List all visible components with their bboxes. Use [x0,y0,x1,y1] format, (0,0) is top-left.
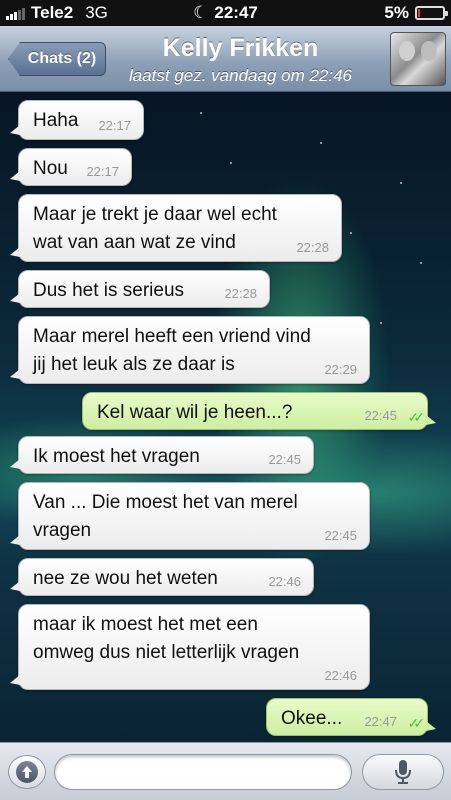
chat-header: Chats (2) Kelly Frikken laatst gez. vand… [0,26,451,92]
upload-arrow-icon [16,761,38,783]
message-text: Maar merel heeft een vriend vind jij het… [33,326,311,375]
battery-fill [418,9,420,17]
back-button[interactable]: Chats (2) [8,42,106,76]
outgoing-message[interactable]: Kel waar wil je heen...? 22:45 ✓✓ [82,392,436,430]
microphone-icon [395,760,411,784]
mic-button[interactable] [362,754,444,790]
battery-icon [415,6,448,20]
message-time: 22:45 [324,528,357,543]
double-check-icon: ✓✓ [407,715,426,731]
message-time: 22:46 [324,668,357,683]
star [400,182,402,184]
double-check-icon: ✓✓ [407,409,426,425]
star [320,142,322,144]
message-time: 22:17 [98,118,131,133]
message-time: 22:17 [86,164,119,179]
status-clock: ☾ 22:47 [0,3,451,23]
incoming-message[interactable]: Nou 22:17 [10,148,132,186]
incoming-message[interactable]: nee ze wou het weten 22:46 [10,558,314,596]
message-text: Ik moest het vragen [33,446,200,467]
message-time: 22:45 [268,452,301,467]
incoming-message[interactable]: Maar merel heeft een vriend vind jij het… [10,316,370,384]
last-seen-status: laatst gez. vandaag om 22:46 [128,66,353,85]
message-text: Maar je trekt je daar wel echt wat van a… [33,204,277,253]
message-time: 22:29 [324,362,357,377]
battery-percent: 5% [384,3,409,22]
contact-name[interactable]: Kelly Frikken [110,34,371,63]
message-time: 22:28 [224,286,257,301]
message-list[interactable]: Haha 22:17 Nou 22:17 Maar je trekt je daar w… [0,92,451,742]
star [380,322,382,324]
incoming-message[interactable]: Dus het is serieus 22:28 [10,270,270,308]
message-text: Dus het is serieus [33,280,185,301]
message-time: 22:47 [364,714,397,729]
incoming-message[interactable]: Van ... Die moest het van merel vragen 22… [10,482,370,550]
star [230,162,232,164]
status-right: 5% [384,3,448,23]
attach-button[interactable] [8,755,46,789]
incoming-message[interactable]: Haha 22:17 [10,100,144,140]
message-text: Van ... Die moest het van merel vragen [33,492,298,541]
message-time: 22:46 [268,574,301,589]
message-text: nee ze wou het weten [33,568,218,589]
message-time: 22:45 [364,408,397,423]
outgoing-message[interactable]: Okee... 22:47 ✓✓ [266,698,436,736]
star [420,262,422,264]
message-input-bar [0,742,451,800]
incoming-message[interactable]: Ik moest het vragen 22:45 [10,436,314,474]
incoming-message[interactable]: maar ik moest het met een omweg dus niet… [10,604,370,690]
message-time: 22:28 [296,240,329,255]
incoming-message[interactable]: Maar je trekt je daar wel echt wat van a… [10,194,342,262]
moon-icon: ☾ [193,3,209,22]
star [200,112,202,114]
message-input[interactable] [54,754,352,790]
status-bar: Tele2 3G ☾ 22:47 5% [0,0,451,26]
message-text: maar ik moest het met een omweg dus niet… [33,614,300,663]
back-button-label: Chats (2) [27,50,97,67]
star [350,232,352,234]
contact-avatar[interactable] [390,32,446,86]
status-time: 22:47 [214,3,258,22]
